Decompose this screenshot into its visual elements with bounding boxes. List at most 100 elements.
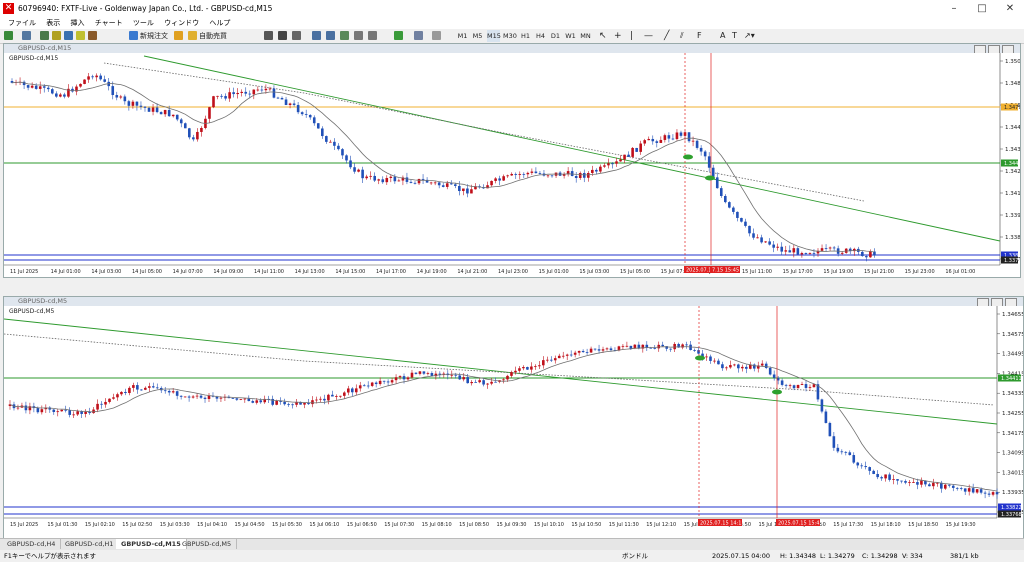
price-tick-label: 1.35035 (1005, 59, 1020, 65)
candle-body (199, 395, 203, 398)
maximize-button[interactable]: □ (968, 0, 996, 17)
new-order-button[interactable]: 新規注文 (140, 30, 168, 42)
candle-body (840, 451, 844, 453)
chart-shift-icon[interactable] (368, 31, 377, 40)
candle-body (179, 395, 183, 397)
label-tool-icon[interactable]: T (732, 30, 737, 42)
arrows-icon[interactable]: ↗▾ (744, 30, 755, 42)
minimize-button[interactable]: – (940, 0, 968, 17)
time-tick-label: 15 Jul 01:00 (539, 269, 569, 275)
menu-insert[interactable]: 挿入 (70, 17, 84, 29)
candle-body (788, 385, 792, 387)
candle-body (593, 348, 597, 350)
candle-body (728, 202, 731, 208)
zoom-in-icon[interactable] (312, 31, 321, 40)
cursor-icon[interactable]: ↖ (599, 30, 607, 42)
chart-m15[interactable]: GBPUSD-cd,M151.350351.348101.346801.3445… (4, 53, 1020, 277)
new-order-icon[interactable] (129, 31, 138, 40)
candle-body (506, 175, 509, 177)
tab-m5[interactable]: GBPUSD-cd,M5 (177, 539, 238, 549)
chart-m5[interactable]: GBPUSD-cd,M5 1.346551.345751.344951.34415… (4, 306, 1023, 539)
menu-tools[interactable]: ツール (133, 17, 154, 29)
candle-body (582, 172, 586, 178)
price-tick-label: 1.34450 (1005, 125, 1020, 131)
candle-body (148, 386, 151, 388)
tf-w1[interactable]: W1 (564, 30, 577, 42)
candle-body (195, 395, 199, 397)
tile-windows-icon[interactable] (340, 31, 349, 40)
candle-body (557, 355, 561, 359)
candle-body (784, 384, 788, 386)
close-button[interactable]: ✕ (996, 0, 1024, 17)
bar-chart-icon[interactable] (264, 31, 273, 40)
support-line-price-tag-label: 1.34411 (1001, 376, 1022, 382)
candle-body (46, 87, 50, 90)
candle-body (490, 381, 493, 384)
channel-icon[interactable]: ⫽ (680, 30, 684, 42)
tf-h1[interactable]: H1 (519, 30, 532, 42)
menu-view[interactable]: 表示 (46, 17, 60, 29)
tab-h4[interactable]: GBPUSD-cd,H4 (2, 539, 62, 549)
indicators-icon[interactable] (394, 31, 403, 40)
trendline-icon[interactable]: ╱ (664, 30, 669, 42)
candle-body (987, 493, 991, 495)
new-chart-icon[interactable] (4, 31, 13, 40)
crosshair-icon[interactable]: + (614, 30, 622, 42)
candle-body (248, 93, 252, 95)
tf-d1[interactable]: D1 (549, 30, 562, 42)
auto-scroll-icon[interactable] (354, 31, 363, 40)
tf-m30[interactable]: M30 (503, 30, 517, 42)
candle-body (991, 492, 995, 495)
status-datetime: 2025.07.15 04:00 (712, 552, 771, 560)
menu-file[interactable]: ファイル (8, 17, 36, 29)
time-tick-label: 15 Jul 17:30 (833, 522, 863, 528)
data-window-icon[interactable] (52, 31, 61, 40)
horizontal-line-icon[interactable]: — (644, 30, 653, 42)
candle-body (724, 195, 727, 203)
profiles-icon[interactable] (22, 31, 31, 40)
fibonacci-icon[interactable]: F (697, 30, 702, 42)
zoom-out-icon[interactable] (326, 31, 335, 40)
candle-body (597, 349, 601, 351)
text-tool-icon[interactable]: A (720, 30, 725, 42)
candle-body (188, 128, 191, 138)
candle-body (99, 75, 102, 80)
price-tick-label: 1.34495 (1002, 352, 1023, 358)
tf-m15[interactable]: M15 (487, 30, 501, 42)
market-watch-icon[interactable] (40, 31, 49, 40)
chart-window-m15[interactable]: GBPUSD-cd,M15 GBPUSD-cd,M15 1.35035 1.3481… (3, 43, 1021, 278)
templates-icon[interactable] (432, 31, 441, 40)
chart-window-m5[interactable]: GBPUSD-cd,M5 GBPUSD-cd,M5 1.34655 1.34575 1… (3, 296, 1024, 540)
candle-body (466, 188, 469, 194)
tf-m5[interactable]: M5 (471, 30, 484, 42)
candle-body (744, 221, 747, 226)
tf-mn[interactable]: MN (579, 30, 592, 42)
auto-trade-button[interactable]: 自動売買 (199, 30, 227, 42)
menu-window[interactable]: ウィンドウ (164, 17, 199, 29)
candlestick-icon[interactable] (278, 31, 287, 40)
candle-body (232, 92, 235, 95)
candle-body (995, 492, 999, 495)
candle-body (409, 181, 413, 183)
menu-help[interactable]: ヘルプ (209, 17, 230, 29)
navigator-icon[interactable] (64, 31, 73, 40)
tf-h4[interactable]: H4 (534, 30, 547, 42)
candle-body (308, 114, 312, 118)
strategy-tester-icon[interactable] (88, 31, 97, 40)
terminal-icon[interactable] (76, 31, 85, 40)
vertical-line-icon[interactable]: | (630, 30, 633, 42)
line-chart-icon[interactable] (292, 31, 301, 40)
menu-charts[interactable]: チャート (95, 17, 123, 29)
auto-trade-icon[interactable] (188, 31, 197, 40)
tf-m1[interactable]: M1 (456, 30, 469, 42)
candle-body (259, 400, 263, 403)
tab-h1[interactable]: GBPUSD-cd,H1 (60, 539, 120, 549)
candle-body (482, 380, 485, 385)
candle-body (347, 388, 350, 393)
time-tick-label: 15 Jul 06:50 (347, 522, 377, 528)
meta-editor-icon[interactable] (174, 31, 183, 40)
candle-body (490, 180, 493, 186)
periods-icon[interactable] (414, 31, 423, 40)
time-tick-label: 14 Jul 23:00 (498, 269, 528, 275)
candle-body (362, 385, 366, 387)
